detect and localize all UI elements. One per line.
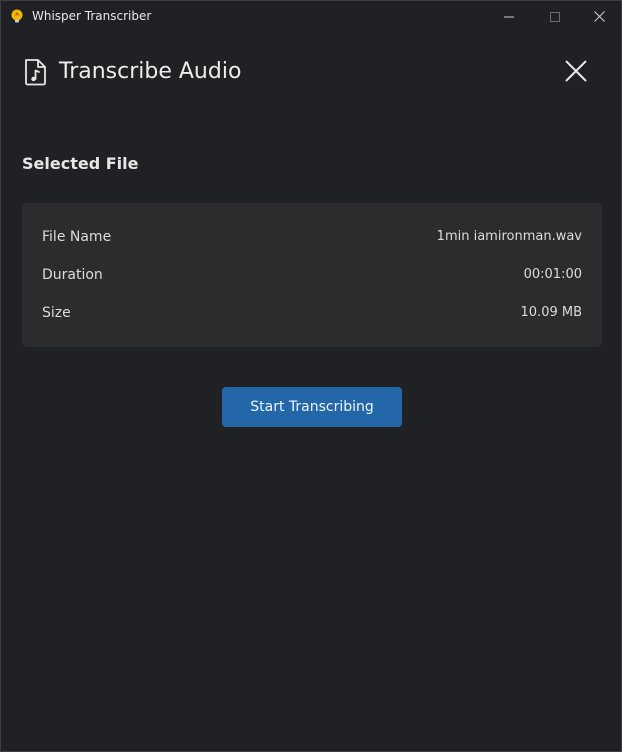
size-row: Size 10.09 MB xyxy=(42,303,582,323)
section-title: Selected File xyxy=(22,154,139,173)
file-name-value: 1min iamironman.wav xyxy=(436,229,582,244)
page-title: Transcribe Audio xyxy=(59,59,242,84)
size-value: 10.09 MB xyxy=(520,305,582,320)
title-bar[interactable]: Whisper Transcriber xyxy=(1,1,621,32)
close-icon[interactable] xyxy=(561,56,591,86)
app-title: Whisper Transcriber xyxy=(32,9,152,23)
file-info-card: File Name 1min iamironman.wav Duration 0… xyxy=(22,203,602,347)
close-icon xyxy=(593,11,605,22)
duration-row: Duration 00:01:00 xyxy=(42,265,582,285)
start-transcribing-button[interactable]: Start Transcribing xyxy=(222,387,402,427)
maximize-icon xyxy=(550,11,560,22)
duration-label: Duration xyxy=(42,267,103,283)
maximize-button[interactable] xyxy=(532,1,578,32)
duration-value: 00:01:00 xyxy=(523,267,582,282)
page-header: Transcribe Audio xyxy=(23,56,591,88)
window-close-button[interactable] xyxy=(576,1,622,32)
audio-file-icon xyxy=(25,59,46,86)
app-window: Whisper Transcriber Transcribe Audio Sel… xyxy=(0,0,622,752)
minimize-button[interactable] xyxy=(486,1,532,32)
size-label: Size xyxy=(42,305,71,321)
minimize-icon xyxy=(504,16,514,17)
lightbulb-icon xyxy=(11,9,23,23)
file-name-row: File Name 1min iamironman.wav xyxy=(42,227,582,247)
file-name-label: File Name xyxy=(42,229,112,245)
